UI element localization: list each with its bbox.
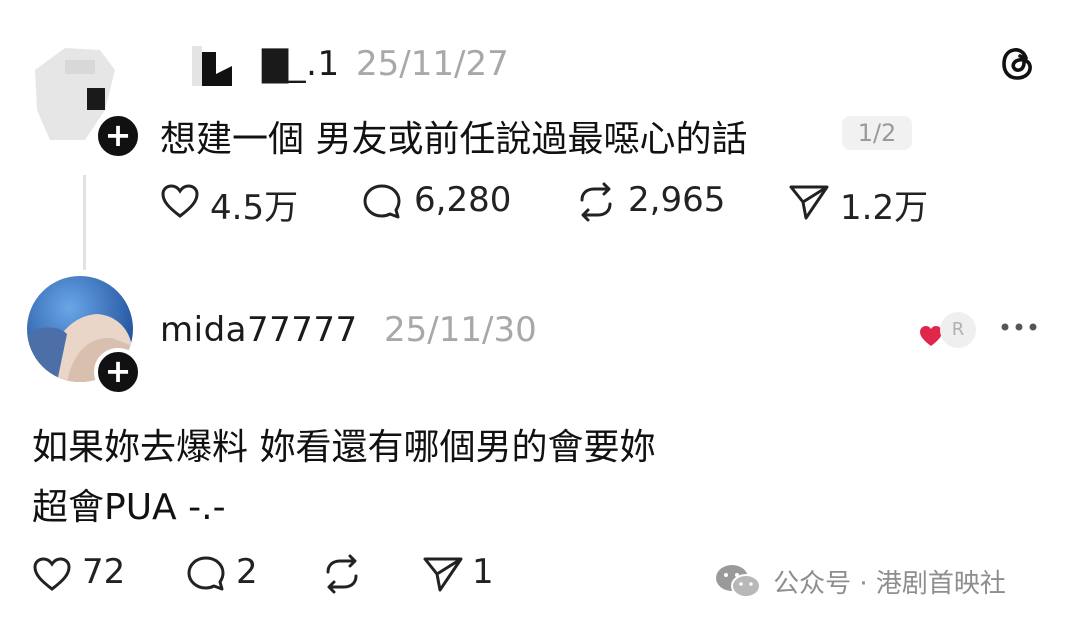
watermark-text: 公众号 · 港剧首映社 <box>773 568 1006 599</box>
send-icon[interactable] <box>422 554 464 594</box>
username-blur-mark <box>192 46 238 90</box>
author-badge: R <box>940 312 976 348</box>
reply-count: 6,280 <box>414 180 512 220</box>
comment-icon[interactable] <box>362 183 402 221</box>
post-1-text: 想建一個 男友或前任說過最噁心的話 <box>160 119 748 160</box>
wechat-icon <box>714 562 762 600</box>
follow-plus-button[interactable]: + <box>94 112 142 160</box>
reply-count: 2 <box>236 552 258 592</box>
like-count: 4.5万 <box>210 188 299 228</box>
post-1-username[interactable]: ▇_.1 <box>262 44 340 84</box>
repost-icon[interactable] <box>320 554 364 594</box>
post-2-date: 25/11/30 <box>384 310 537 350</box>
page-indicator: 1/2 <box>842 116 912 150</box>
send-icon[interactable] <box>788 182 830 222</box>
repost-count: 2,965 <box>628 180 726 220</box>
heart-icon[interactable] <box>32 556 72 592</box>
post-2-text-line-1: 如果妳去爆料 妳看還有哪個男的會要妳 <box>32 427 656 468</box>
page-indicator-text: 1/2 <box>857 119 897 147</box>
watermark: 公众号 · 港剧首映社 <box>714 562 1006 600</box>
repost-icon[interactable] <box>574 182 618 222</box>
author-badge-text: R <box>951 319 965 340</box>
post-2-text-line-2: 超會PUA -.- <box>32 487 226 528</box>
post-2-username[interactable]: mida77777 <box>160 310 358 350</box>
threads-logo-icon[interactable] <box>998 44 1038 84</box>
comment-icon[interactable] <box>186 555 226 593</box>
follow-plus-button[interactable]: + <box>94 348 142 396</box>
more-icon[interactable] <box>1000 320 1038 334</box>
share-count: 1.2万 <box>840 188 929 228</box>
thread-connector-line <box>83 175 86 270</box>
heart-icon[interactable] <box>160 183 200 219</box>
share-count: 1 <box>472 552 494 592</box>
post-1-date: 25/11/27 <box>356 44 509 84</box>
like-count: 72 <box>82 552 126 592</box>
